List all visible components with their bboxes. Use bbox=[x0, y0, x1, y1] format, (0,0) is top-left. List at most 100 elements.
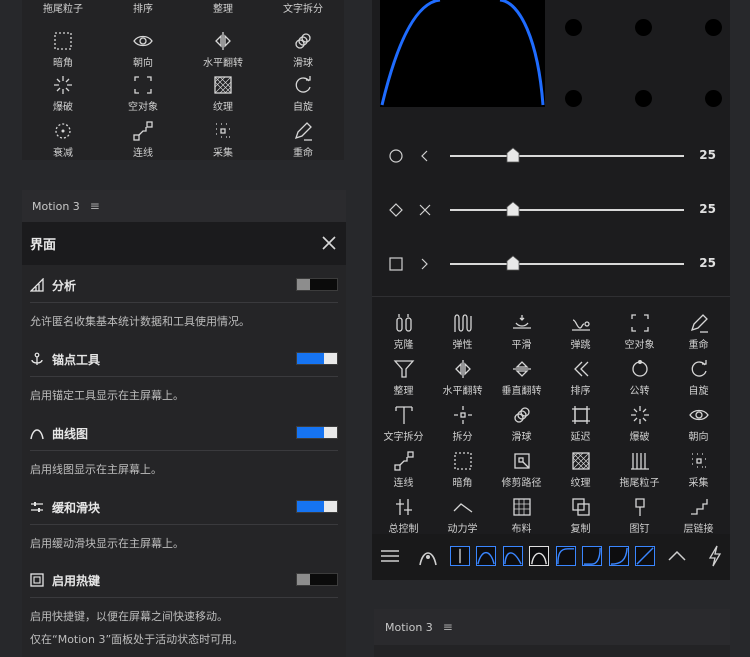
tool-button[interactable]: 克隆 bbox=[376, 312, 431, 351]
slider-track[interactable] bbox=[450, 209, 684, 211]
diamond-icon[interactable] bbox=[389, 203, 403, 217]
chevron-up-icon[interactable] bbox=[667, 548, 687, 562]
tool-button[interactable]: 水平翻转 bbox=[435, 358, 490, 397]
tool-button[interactable]: 文字拆分 bbox=[376, 404, 431, 443]
setting-toggle[interactable] bbox=[296, 426, 338, 439]
tool-button[interactable]: 空对象 bbox=[110, 74, 176, 113]
anchor-point-tm[interactable] bbox=[635, 19, 652, 36]
tool-button[interactable]: 自旋 bbox=[270, 74, 336, 113]
tool-button[interactable]: 自旋 bbox=[671, 358, 726, 397]
anchor-icon bbox=[31, 352, 43, 365]
flip-h-icon bbox=[215, 32, 231, 50]
tool-button[interactable]: 整理 bbox=[376, 358, 431, 397]
tool-button[interactable]: 朝向 bbox=[110, 30, 176, 69]
slider-handle[interactable] bbox=[506, 147, 520, 163]
tool-button[interactable]: 复制 bbox=[553, 496, 608, 535]
anchor-point-bm[interactable] bbox=[635, 90, 652, 107]
tool-button[interactable]: 爆破 bbox=[30, 74, 96, 113]
tool-button[interactable]: 公转 bbox=[612, 358, 667, 397]
panel-menu-icon[interactable]: ≡ bbox=[443, 620, 453, 634]
tool-button[interactable]: 暗角 bbox=[435, 450, 490, 489]
tool-button[interactable]: 采集 bbox=[671, 450, 726, 489]
chevron-right-icon[interactable] bbox=[418, 257, 432, 271]
tool-button[interactable]: 重命 bbox=[671, 312, 726, 351]
tool-button[interactable]: 纹理 bbox=[553, 450, 608, 489]
tool-label: 暗角 bbox=[53, 58, 73, 69]
slider-track[interactable] bbox=[450, 155, 684, 157]
setting-anchor-tool: 锚点工具 启用锚定工具显示在主屏幕上。 bbox=[30, 348, 338, 403]
tool-button[interactable]: 重命 bbox=[270, 120, 336, 159]
lightning-icon[interactable] bbox=[708, 545, 722, 567]
tool-button[interactable]: 垂直翻转 bbox=[494, 358, 549, 397]
tool-button[interactable]: 总控制 bbox=[376, 496, 431, 535]
setting-toggle[interactable] bbox=[296, 352, 338, 365]
setting-toggle[interactable] bbox=[296, 278, 338, 291]
tool-button[interactable]: 排序 bbox=[110, 0, 176, 15]
slider-handle[interactable] bbox=[506, 201, 520, 217]
decay-icon bbox=[55, 123, 71, 139]
tool-button[interactable]: 拖尾粒子 bbox=[612, 450, 667, 489]
tool-button[interactable]: 爆破 bbox=[612, 404, 667, 443]
tool-label: 克隆 bbox=[393, 340, 414, 351]
tool-button[interactable]: 采集 bbox=[190, 120, 256, 159]
anchor-curve-icon[interactable] bbox=[417, 545, 439, 567]
toggle-knob bbox=[324, 427, 337, 438]
tool-button[interactable]: 文字拆分 bbox=[270, 0, 336, 15]
chevron-left-icon[interactable] bbox=[418, 149, 432, 163]
anchor-point-tl[interactable] bbox=[565, 19, 582, 36]
setting-toggle[interactable] bbox=[296, 500, 338, 513]
tool-button[interactable]: 修剪路径 bbox=[494, 450, 549, 489]
square-icon[interactable] bbox=[389, 257, 403, 271]
anchor-point-bl[interactable] bbox=[565, 90, 582, 107]
ease-arc-button[interactable] bbox=[529, 546, 549, 566]
slider-track[interactable] bbox=[450, 263, 684, 265]
ease-expo-button[interactable] bbox=[609, 546, 629, 566]
tool-label: 文字拆分 bbox=[283, 4, 323, 15]
anchor-point-br[interactable] bbox=[705, 90, 722, 107]
tool-button[interactable]: 连线 bbox=[110, 120, 176, 159]
tool-button[interactable]: 空对象 bbox=[612, 312, 667, 351]
pin-icon bbox=[634, 498, 645, 516]
ease-in-button[interactable] bbox=[556, 546, 576, 566]
panel-menu-icon[interactable]: ≡ bbox=[90, 199, 100, 213]
divider bbox=[30, 524, 338, 525]
ease-out-button[interactable] bbox=[503, 546, 523, 566]
tool-button[interactable]: 滑球 bbox=[494, 404, 549, 443]
hamburger-icon[interactable] bbox=[380, 548, 400, 564]
tool-button[interactable]: 滑球 bbox=[270, 30, 336, 69]
tool-button[interactable]: 排序 bbox=[553, 358, 608, 397]
divider bbox=[372, 296, 730, 297]
ease-bounce-out-button[interactable] bbox=[582, 546, 602, 566]
curve-graph-preview[interactable] bbox=[380, 0, 545, 107]
tool-button[interactable]: 动力学 bbox=[435, 496, 490, 535]
tool-button[interactable]: 平滑 bbox=[494, 312, 549, 351]
tool-button[interactable]: 朝向 bbox=[671, 404, 726, 443]
tool-button[interactable]: 图钉 bbox=[612, 496, 667, 535]
tool-button[interactable]: 纹理 bbox=[190, 74, 256, 113]
tool-button[interactable]: 暗角 bbox=[30, 30, 96, 69]
setting-description: 启用线图显示在主屏幕上。 bbox=[30, 463, 162, 476]
tool-button[interactable]: 弹性 bbox=[435, 312, 490, 351]
tool-button[interactable]: 布料 bbox=[494, 496, 549, 535]
close-icon[interactable] bbox=[320, 234, 338, 252]
anchor-point-tr[interactable] bbox=[705, 19, 722, 36]
slider-handle[interactable] bbox=[506, 255, 520, 271]
setting-header: 锚点工具 bbox=[30, 348, 338, 370]
tool-button[interactable]: 水平翻转 bbox=[190, 30, 256, 69]
divider bbox=[30, 450, 338, 451]
ease-linear-diag-button[interactable] bbox=[635, 546, 655, 566]
tool-button[interactable]: 拆分 bbox=[435, 404, 490, 443]
tool-button[interactable]: 延迟 bbox=[553, 404, 608, 443]
ease-in-out-button[interactable] bbox=[476, 546, 496, 566]
tool-button[interactable]: 层链接 bbox=[671, 496, 726, 535]
tool-button[interactable]: 拖尾粒子 bbox=[30, 0, 96, 15]
tool-button[interactable]: 连线 bbox=[376, 450, 431, 489]
circle-icon[interactable] bbox=[389, 149, 403, 163]
tool-button[interactable]: 弹跳 bbox=[553, 312, 608, 351]
tool-button[interactable]: 整理 bbox=[190, 0, 256, 15]
setting-toggle[interactable] bbox=[296, 573, 338, 586]
tool-button[interactable]: 衰减 bbox=[30, 120, 96, 159]
ease-linear-button[interactable] bbox=[450, 546, 470, 566]
tool-label: 弹跳 bbox=[570, 340, 591, 351]
cross-icon[interactable] bbox=[418, 203, 432, 217]
